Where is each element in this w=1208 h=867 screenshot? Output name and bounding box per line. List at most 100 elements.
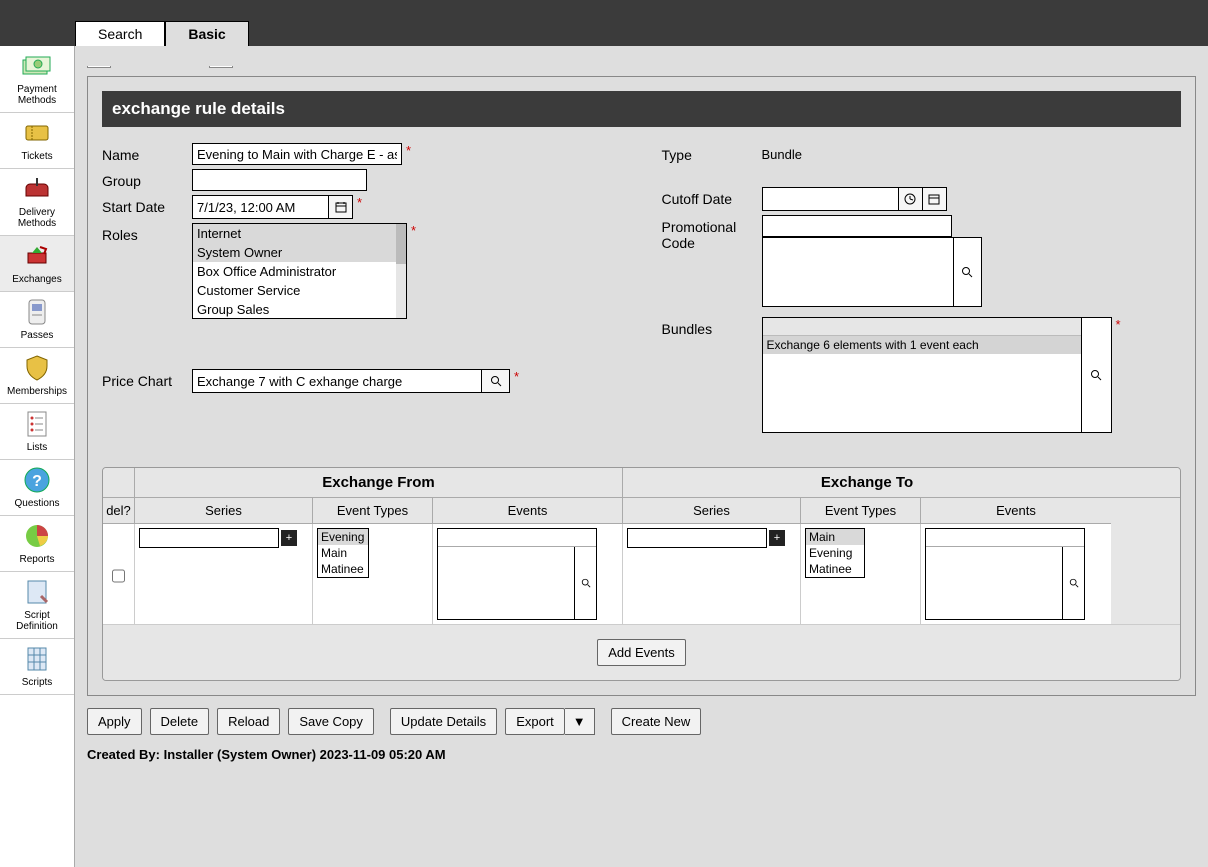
sidebar-item-label: Memberships	[7, 386, 67, 397]
calendar-icon[interactable]	[922, 188, 946, 210]
label-cutoff: Cutoff Date	[662, 187, 762, 207]
calendar-icon[interactable]	[328, 196, 352, 218]
role-option[interactable]: Customer Service	[193, 281, 406, 300]
sidebar-item-label: Lists	[27, 442, 48, 453]
search-icon	[1069, 578, 1079, 588]
top-bar: Search Basic	[0, 0, 1208, 46]
tab-search[interactable]: Search	[75, 21, 165, 46]
promo-search-button[interactable]	[953, 238, 981, 306]
event-type-option[interactable]: Matinee	[318, 561, 368, 577]
bundles-list[interactable]: Exchange 6 elements with 1 event each	[763, 318, 1081, 432]
add-series-button[interactable]: +	[281, 530, 297, 546]
scrollbar[interactable]	[396, 224, 406, 318]
sidebar-item-payment-methods[interactable]: Payment Methods	[0, 46, 74, 113]
bundle-row[interactable]: Exchange 6 elements with 1 event each	[763, 336, 1081, 354]
to-series-input[interactable]	[627, 528, 767, 548]
col-event-types: Event Types	[801, 498, 921, 524]
start-date-input[interactable]	[193, 196, 328, 218]
event-type-option[interactable]: Evening	[806, 545, 864, 561]
tab-basic[interactable]: Basic	[165, 21, 248, 46]
to-events-search-button[interactable]	[1062, 547, 1084, 619]
from-series-input[interactable]	[139, 528, 279, 548]
type-value: Bundle	[762, 147, 802, 162]
price-chart-input[interactable]	[192, 369, 482, 393]
event-type-option[interactable]: Evening	[318, 529, 368, 545]
promo-code-input[interactable]	[762, 215, 952, 237]
audit-text: Created By: Installer (System Owner) 202…	[87, 747, 1196, 762]
from-events-list[interactable]	[438, 547, 574, 619]
roles-listbox[interactable]: Internet System Owner Box Office Adminis…	[192, 223, 407, 319]
to-events-list[interactable]	[926, 547, 1062, 619]
save-copy-button[interactable]: Save Copy	[288, 708, 374, 735]
sidebar-item-exchanges[interactable]: Exchanges	[0, 236, 74, 292]
sidebar-item-label: Exchanges	[12, 274, 61, 285]
pie-chart-icon	[21, 522, 53, 550]
cutoff-date-input[interactable]	[763, 188, 898, 210]
role-option[interactable]: Box Office Administrator	[193, 262, 406, 281]
event-type-option[interactable]: Main	[806, 529, 864, 545]
label-start-date: Start Date	[102, 195, 192, 215]
create-new-button[interactable]: Create New	[611, 708, 702, 735]
export-button[interactable]: Export	[505, 708, 565, 735]
col-del: del?	[103, 498, 135, 524]
sidebar-item-memberships[interactable]: Memberships	[0, 348, 74, 404]
event-type-option[interactable]: Main	[318, 545, 368, 561]
delete-button[interactable]: Delete	[150, 708, 210, 735]
apply-button[interactable]: Apply	[87, 708, 142, 735]
role-option[interactable]: Group Sales	[193, 300, 406, 319]
sidebar-item-script-definition[interactable]: Script Definition	[0, 572, 74, 639]
sidebar: Payment Methods Tickets Delivery Methods…	[0, 46, 75, 867]
exchange-icon	[21, 242, 53, 270]
from-events-search-button[interactable]	[574, 547, 596, 619]
sidebar-item-label: Payment Methods	[17, 84, 56, 106]
col-event-types: Event Types	[313, 498, 433, 524]
delete-checkbox[interactable]	[112, 532, 125, 620]
sidebar-item-label: Questions	[14, 498, 59, 509]
export-dropdown-button[interactable]: ▼	[565, 708, 595, 735]
reload-button[interactable]: Reload	[217, 708, 280, 735]
search-icon	[961, 266, 973, 278]
sidebar-item-passes[interactable]: Passes	[0, 292, 74, 348]
sidebar-item-lists[interactable]: Lists	[0, 404, 74, 460]
question-icon: ?	[21, 466, 53, 494]
group-input[interactable]	[192, 169, 367, 191]
bundles-search-button[interactable]	[1081, 318, 1111, 432]
pass-icon	[21, 298, 53, 326]
triangle-left-icon	[94, 54, 104, 64]
event-type-option[interactable]: Matinee	[806, 561, 864, 577]
price-chart-search-button[interactable]	[482, 369, 510, 393]
triangle-right-icon	[216, 54, 226, 64]
ticket-icon	[21, 119, 53, 147]
from-event-types-list[interactable]: Evening Main Matinee	[317, 528, 369, 578]
script-def-icon	[21, 578, 53, 606]
label-bundles: Bundles	[662, 317, 762, 337]
col-events: Events	[921, 498, 1111, 524]
sidebar-item-label: Scripts	[22, 677, 53, 688]
add-series-button[interactable]: +	[769, 530, 785, 546]
sidebar-item-tickets[interactable]: Tickets	[0, 113, 74, 169]
to-event-types-list[interactable]: Main Evening Matinee	[805, 528, 865, 578]
promo-code-list[interactable]	[763, 238, 953, 306]
clock-icon[interactable]	[898, 188, 922, 210]
role-option[interactable]: Internet	[193, 224, 406, 243]
sidebar-item-label: Script Definition	[16, 610, 58, 632]
panel-title: exchange rule details	[102, 91, 1181, 127]
search-icon	[1090, 369, 1102, 381]
label-type: Type	[662, 143, 762, 163]
required-marker: *	[1116, 317, 1121, 332]
add-events-button[interactable]: Add Events	[597, 639, 686, 666]
role-option[interactable]: System Owner	[193, 243, 406, 262]
col-exchange-to: Exchange To	[623, 468, 1111, 497]
update-details-button[interactable]: Update Details	[390, 708, 497, 735]
sidebar-item-label: Reports	[19, 554, 54, 565]
sidebar-item-reports[interactable]: Reports	[0, 516, 74, 572]
money-icon	[21, 52, 53, 80]
sidebar-item-delivery-methods[interactable]: Delivery Methods	[0, 169, 74, 236]
pager-next-button[interactable]	[209, 50, 233, 68]
main-area: Result 3 of 25 exchange rule details Nam…	[75, 46, 1208, 867]
pager-prev-button[interactable]	[87, 50, 111, 68]
sidebar-item-scripts[interactable]: Scripts	[0, 639, 74, 695]
action-buttons: Apply Delete Reload Save Copy Update Det…	[87, 708, 1196, 735]
name-input[interactable]	[192, 143, 402, 165]
sidebar-item-questions[interactable]: ? Questions	[0, 460, 74, 516]
